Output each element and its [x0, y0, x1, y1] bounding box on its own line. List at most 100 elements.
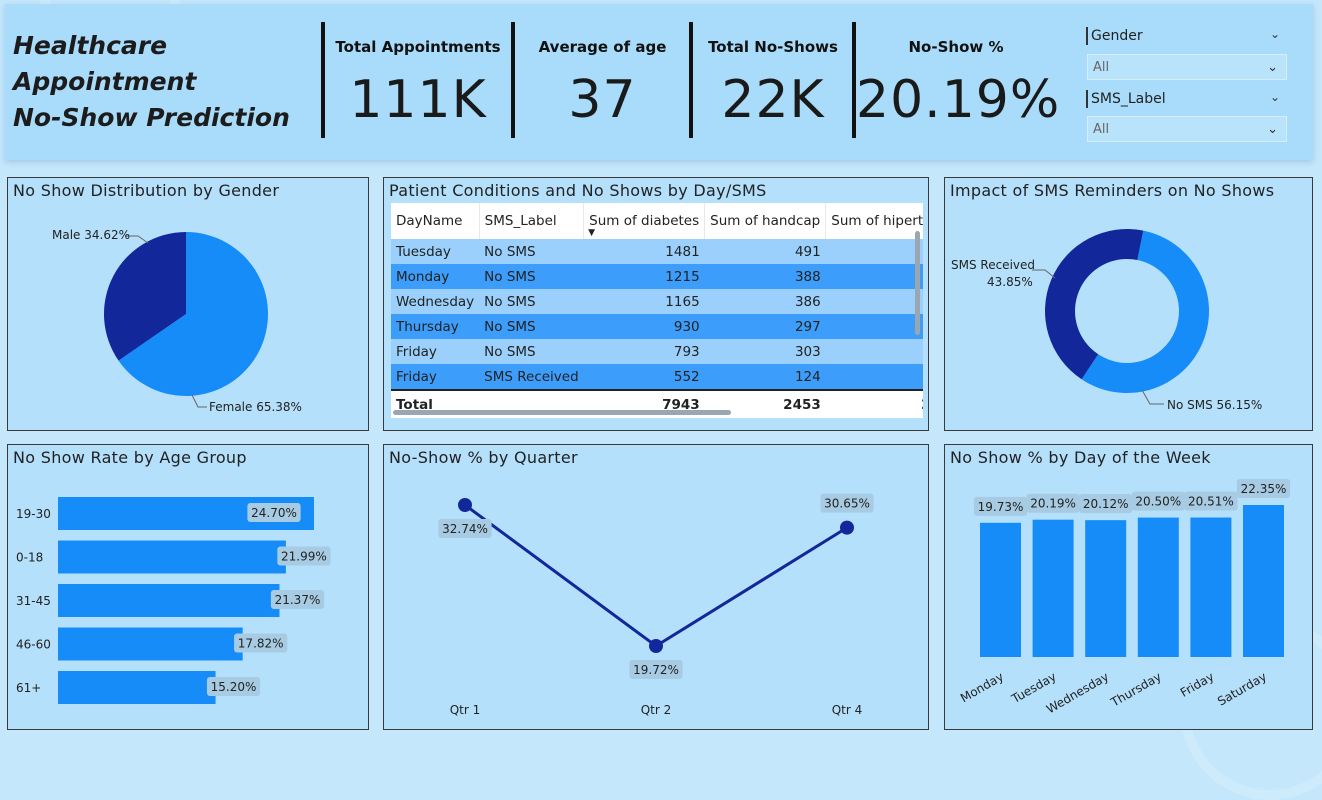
- chevron-down-icon[interactable]: ⌄: [1270, 90, 1280, 104]
- table-cell: 1215: [583, 264, 705, 289]
- age-data-label: 21.37%: [275, 593, 321, 607]
- male-label: Male 34.62%: [52, 228, 130, 242]
- sms-received-label: SMS Received: [951, 258, 1035, 272]
- quarter-data-label: 19.72%: [633, 663, 679, 677]
- sms-slicer-title: SMS_Label: [1086, 90, 1166, 108]
- day-tick-label: Thursday: [1108, 669, 1164, 710]
- column-header[interactable]: Sum of handcap: [704, 203, 827, 239]
- table-row[interactable]: Friday SMS Received 552 124 1564: [391, 364, 923, 390]
- gender-slicer-dropdown[interactable]: All ⌄: [1087, 54, 1287, 80]
- table-row[interactable]: Friday No SMS 793 303 2155: [391, 339, 923, 364]
- quarter-point[interactable]: [649, 639, 663, 653]
- quarter-tick-label: Qtr 2: [641, 703, 672, 717]
- table-cell: 303: [704, 339, 826, 364]
- chevron-down-icon: ⌄: [1267, 60, 1278, 75]
- age-data-label: 17.82%: [238, 637, 284, 651]
- sms-received-percent: 43.85%: [987, 275, 1033, 289]
- age-bar[interactable]: [58, 540, 286, 574]
- kpi-label: Total Appointments: [335, 38, 501, 56]
- day-data-label: 19.73%: [978, 500, 1024, 514]
- day-bar[interactable]: [1243, 505, 1284, 657]
- quarter-line: [464, 503, 848, 648]
- gender-pie-chart: Male 34.62% Female 65.38%: [52, 228, 302, 414]
- table-cell: Monday: [391, 264, 480, 289]
- day-data-label: 20.51%: [1188, 495, 1234, 509]
- quarter-tick-label: Qtr 4: [832, 703, 863, 717]
- no-sms-label: No SMS 56.15%: [1167, 398, 1262, 412]
- sms-slicer-dropdown[interactable]: All ⌄: [1087, 116, 1287, 142]
- kpi-value: 37: [568, 70, 637, 130]
- table-row[interactable]: Tuesday No SMS 1481 491 3855: [391, 239, 923, 264]
- age-bar[interactable]: [58, 584, 280, 617]
- vertical-scrollbar[interactable]: [915, 231, 920, 335]
- chevron-down-icon: ⌄: [1267, 122, 1278, 137]
- kpi-value: 22K: [721, 70, 825, 130]
- age-bar[interactable]: [58, 671, 216, 704]
- day-data-label: 20.12%: [1083, 497, 1129, 511]
- kpi-label: Average of age: [538, 38, 667, 56]
- gender-slicer-title: Gender: [1086, 27, 1143, 45]
- table-cell: 793: [583, 339, 705, 364]
- conditions-table: DayName SMS_Label Sum of diabetes ▼ Sum …: [391, 203, 923, 418]
- dashboard-title: Healthcare Appointment No-Show Predictio…: [13, 31, 290, 132]
- donut-slice-sms-received[interactable]: [1045, 228, 1144, 380]
- kpi-value: 20.19%: [856, 70, 1061, 130]
- day-bar[interactable]: [980, 522, 1021, 657]
- table-cell: Tuesday: [391, 239, 480, 264]
- table-row[interactable]: Thursday No SMS 930 297 2473: [391, 314, 923, 339]
- table-cell: Wednesday: [391, 289, 480, 314]
- table-cell: No SMS: [479, 339, 584, 364]
- leader-line: [1032, 269, 1056, 279]
- leader-line: [1141, 389, 1164, 405]
- table-cell: No SMS: [479, 264, 584, 289]
- table-cell: 3855: [825, 239, 923, 264]
- quarter-point[interactable]: [458, 498, 472, 512]
- kpi-no-show-percent: No-Show % 20.19%: [852, 22, 1061, 138]
- day-data-label: 20.50%: [1135, 495, 1181, 509]
- sms-donut-card: Impact of SMS Reminders on No Shows SMS …: [944, 177, 1313, 431]
- day-of-week-card: No Show % by Day of the Week 19.73% Monda…: [944, 444, 1313, 730]
- table-cell: 2473: [825, 314, 923, 339]
- table-cell: 297: [704, 314, 826, 339]
- patient-conditions-table-card: Patient Conditions and No Shows by Day/S…: [383, 177, 929, 431]
- day-data-label: 20.19%: [1030, 497, 1076, 511]
- table-cell: 124: [704, 364, 826, 390]
- age-tick-label: 0-18: [16, 551, 43, 565]
- column-header-label: Sum of diabetes: [589, 213, 700, 229]
- column-header[interactable]: SMS_Label: [479, 203, 585, 239]
- age-group-card: No Show Rate by Age Group 19-30 24.70% 0-1…: [7, 444, 369, 730]
- table-viewport[interactable]: DayName SMS_Label Sum of diabetes ▼ Sum …: [391, 203, 923, 418]
- horizontal-scrollbar[interactable]: [393, 410, 731, 415]
- table-cell: Thursday: [391, 314, 480, 339]
- kpi-total-no-shows: Total No-Shows 22K: [689, 22, 853, 138]
- table-cell: Friday: [391, 339, 480, 364]
- day-bar[interactable]: [1137, 517, 1179, 657]
- chevron-down-icon[interactable]: ⌄: [1270, 27, 1280, 41]
- column-header[interactable]: Sum of hipertension: [825, 203, 923, 239]
- female-label: Female 65.38%: [209, 400, 302, 414]
- day-tick-label: Saturday: [1215, 669, 1269, 708]
- column-header[interactable]: DayName: [391, 203, 480, 239]
- table-row[interactable]: Monday No SMS 1215 388 3280: [391, 264, 923, 289]
- table-cell: 3280: [825, 264, 923, 289]
- age-bar[interactable]: [58, 627, 243, 661]
- age-tick-label: 19-30: [16, 507, 51, 521]
- table-row[interactable]: Wednesday No SMS 1165 386 3145: [391, 289, 923, 314]
- table-cell: 1481: [583, 239, 705, 264]
- leader-line: [191, 394, 207, 408]
- column-header-sorted[interactable]: Sum of diabetes ▼: [583, 203, 706, 239]
- age-tick-label: 46-60: [16, 638, 51, 652]
- age-bar-chart: 19-30 24.70% 0-18 21.99% 31-45 21.37% 46-60 17.…: [16, 497, 331, 704]
- day-bar[interactable]: [1032, 519, 1074, 657]
- table-cell: 491: [704, 239, 826, 264]
- table-cell: 1564: [825, 364, 923, 390]
- quarter-line-chart: 32.74% Qtr 1 19.72% Qtr 2 30.65% Qtr 4: [438, 493, 874, 717]
- table-cell: 930: [583, 314, 705, 339]
- day-bar[interactable]: [1085, 520, 1127, 657]
- quarter-data-label: 32.74%: [442, 522, 488, 536]
- quarter-point[interactable]: [840, 520, 854, 535]
- sms-donut-chart: SMS Received 43.85% No SMS 56.15%: [951, 228, 1262, 412]
- table-cell: 552: [583, 364, 705, 390]
- day-bar[interactable]: [1190, 517, 1232, 657]
- table-cell: No SMS: [479, 289, 584, 314]
